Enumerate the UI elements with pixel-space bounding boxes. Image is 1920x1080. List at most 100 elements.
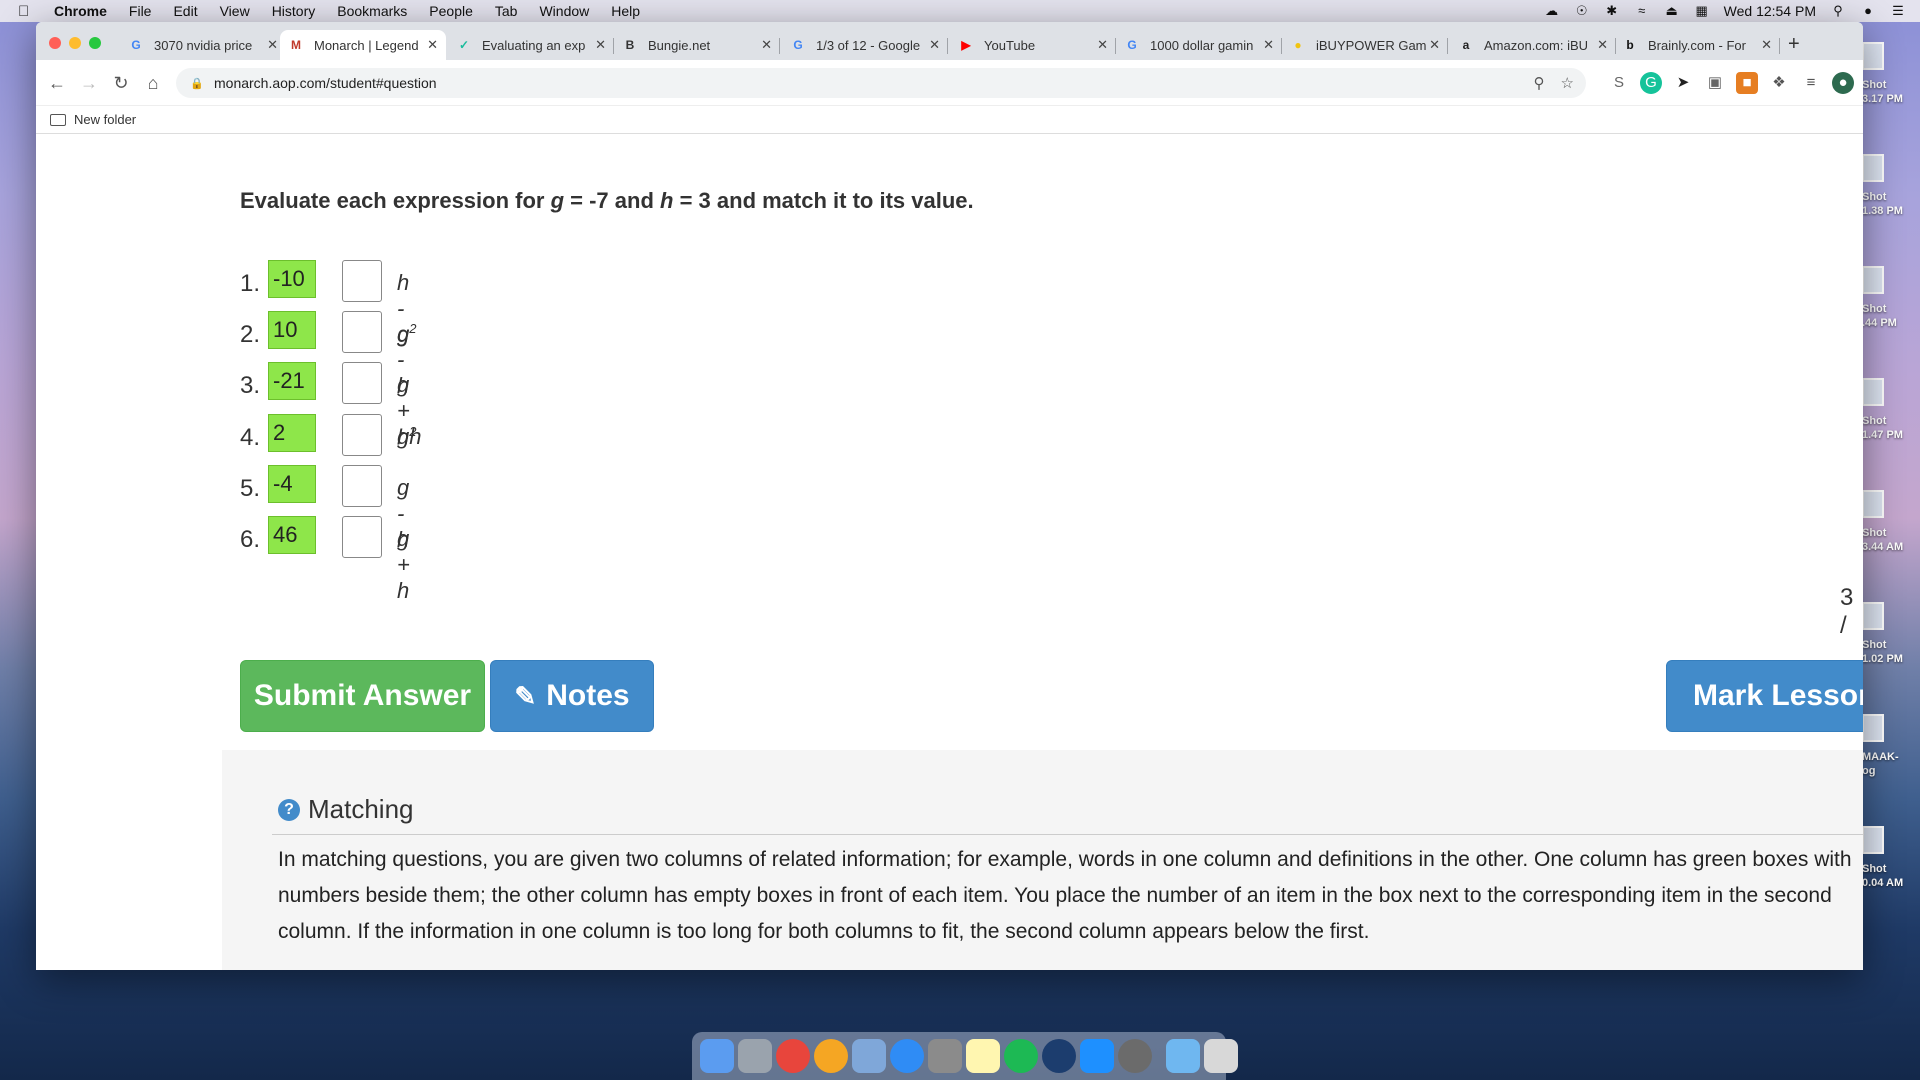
tab-close-icon[interactable]: ✕ <box>1097 37 1108 53</box>
reading-list-icon[interactable]: ≡ <box>1800 72 1822 94</box>
minimize-window-button[interactable] <box>69 37 81 49</box>
chrome-icon[interactable] <box>776 1039 810 1073</box>
answer-input-box[interactable] <box>342 516 382 558</box>
answer-input-box[interactable] <box>342 362 382 404</box>
tab-close-icon[interactable]: ✕ <box>929 37 940 53</box>
menu-window[interactable]: Window <box>539 3 589 19</box>
cursor-extension-icon[interactable]: ➤ <box>1672 72 1694 94</box>
home-icon[interactable]: ⌂ <box>142 72 164 94</box>
star-icon[interactable]: ☆ <box>1561 74 1574 92</box>
menu-edit[interactable]: Edit <box>173 3 197 19</box>
notes-app-icon[interactable] <box>928 1039 962 1073</box>
bookmark-new-folder[interactable]: New folder <box>74 112 136 127</box>
value-green-box[interactable]: 10 <box>268 311 316 349</box>
tab-7[interactable]: G 1000 dollar gamin ✕ <box>1116 30 1282 60</box>
menu-help[interactable]: Help <box>611 3 640 19</box>
tab-close-icon[interactable]: ✕ <box>1429 37 1440 53</box>
menu-history[interactable]: History <box>272 3 316 19</box>
tab-8[interactable]: ● iBUYPOWER Gam ✕ <box>1282 30 1448 60</box>
tab-close-icon[interactable]: ✕ <box>595 37 606 53</box>
lock-icon[interactable]: 🔒 <box>190 77 204 90</box>
tab-10[interactable]: b Brainly.com - For ✕ <box>1614 30 1780 60</box>
orange-extension-icon[interactable]: ■ <box>1736 72 1758 94</box>
tab-5[interactable]: G 1/3 of 12 - Google ✕ <box>782 30 948 60</box>
photos-icon[interactable] <box>814 1039 848 1073</box>
forward-arrow-icon[interactable]: → <box>78 72 100 94</box>
eject-icon[interactable]: ⏏ <box>1664 4 1680 18</box>
back-arrow-icon[interactable]: ← <box>46 72 68 94</box>
value-green-box[interactable]: -4 <box>268 465 316 503</box>
menu-bookmarks[interactable]: Bookmarks <box>337 3 407 19</box>
tab-1[interactable]: G 3070 nvidia price ✕ <box>120 30 286 60</box>
reload-icon[interactable]: ↻ <box>110 72 132 94</box>
menu-people[interactable]: People <box>429 3 473 19</box>
launchpad-icon[interactable] <box>738 1039 772 1073</box>
desktop-screenshot-file[interactable]: Shot 3.17 PM <box>1862 42 1920 122</box>
tab-4[interactable]: B Bungie.net ✕ <box>614 30 780 60</box>
tab-9[interactable]: a Amazon.com: iBU ✕ <box>1450 30 1616 60</box>
answer-input-box[interactable] <box>342 260 382 302</box>
desktop-screenshot-file[interactable]: Shot 1.38 PM <box>1862 154 1920 234</box>
answer-input-box[interactable] <box>342 414 382 456</box>
desktop-screenshot-file[interactable]: Shot 3.44 AM <box>1862 490 1920 570</box>
menu-tab[interactable]: Tab <box>495 3 518 19</box>
grammarly-icon[interactable]: G <box>1640 72 1662 94</box>
answer-input-box[interactable] <box>342 311 382 353</box>
wifi-icon[interactable]: ≈ <box>1634 4 1650 18</box>
menu-view[interactable]: View <box>220 3 250 19</box>
notes-button[interactable]: ✎ Notes <box>490 660 654 732</box>
apple-icon[interactable]:  <box>18 3 40 20</box>
system-preferences-icon[interactable] <box>1118 1039 1152 1073</box>
desktop-screenshot-file[interactable]: Shot 1.02 PM <box>1862 602 1920 682</box>
siri-icon[interactable]: ● <box>1860 4 1876 18</box>
value-green-box[interactable]: -10 <box>268 260 316 298</box>
tab-close-icon[interactable]: ✕ <box>1761 37 1772 53</box>
app-store-icon[interactable] <box>1080 1039 1114 1073</box>
submit-answer-button[interactable]: Submit Answer <box>240 660 485 732</box>
clock[interactable]: Wed 12:54 PM <box>1724 3 1816 19</box>
tab-3[interactable]: ✓ Evaluating an exp ✕ <box>448 30 614 60</box>
notification-center-icon[interactable]: ☰ <box>1890 4 1906 18</box>
value-green-box[interactable]: 46 <box>268 516 316 554</box>
key-icon[interactable]: ⚲ <box>1534 74 1545 92</box>
tab-close-icon[interactable]: ✕ <box>427 37 438 53</box>
accessibility-icon[interactable]: ☉ <box>1574 4 1590 18</box>
value-green-box[interactable]: -21 <box>268 362 316 400</box>
desktop-screenshot-file[interactable]: MAAK-og <box>1862 714 1920 794</box>
zoom-window-button[interactable] <box>89 37 101 49</box>
tab-close-icon[interactable]: ✕ <box>761 37 772 53</box>
bluetooth-icon[interactable]: ✱ <box>1604 4 1620 18</box>
menu-file[interactable]: File <box>129 3 152 19</box>
preview-icon[interactable] <box>852 1039 886 1073</box>
mark-lesson-button[interactable]: Mark Lesson <box>1666 660 1863 732</box>
desktop-screenshot-file[interactable]: Shot .44 PM <box>1862 266 1920 346</box>
address-bar[interactable]: 🔒 monarch.aop.com/student#question ⚲ ☆ <box>176 68 1586 98</box>
desktop-screenshot-file[interactable]: Shot 0.04 AM <box>1862 826 1920 906</box>
finder-icon[interactable] <box>700 1039 734 1073</box>
tab-2[interactable]: M Monarch | Legend ✕ <box>280 30 446 60</box>
answer-input-box[interactable] <box>342 465 382 507</box>
new-tab-button[interactable]: + <box>1788 34 1800 54</box>
value-green-box[interactable]: 2 <box>268 414 316 452</box>
trash-icon[interactable] <box>1204 1039 1238 1073</box>
desktop-screenshot-file[interactable]: Shot 1.47 PM <box>1862 378 1920 458</box>
tab-close-icon[interactable]: ✕ <box>1597 37 1608 53</box>
quicktime-icon[interactable] <box>1042 1039 1076 1073</box>
spotify-icon[interactable] <box>1004 1039 1038 1073</box>
creative-cloud-icon[interactable]: ☁ <box>1544 4 1560 18</box>
extension-s-icon[interactable]: S <box>1608 72 1630 94</box>
messages-icon[interactable] <box>890 1039 924 1073</box>
spotlight-search-icon[interactable]: ⚲ <box>1830 4 1846 18</box>
folder-stack-icon[interactable] <box>1166 1039 1200 1073</box>
calendar-icon[interactable]: ▦ <box>1694 4 1710 18</box>
menu-app-chrome[interactable]: Chrome <box>54 3 107 19</box>
puzzle-extensions-icon[interactable]: ❖ <box>1768 72 1790 94</box>
tab-close-icon[interactable]: ✕ <box>1263 37 1274 53</box>
tab-close-icon[interactable]: ✕ <box>267 37 278 53</box>
stickies-icon[interactable] <box>966 1039 1000 1073</box>
close-window-button[interactable] <box>49 37 61 49</box>
profile-avatar-icon[interactable]: ● <box>1832 72 1854 94</box>
address-url: monarch.aop.com/student#question <box>214 75 437 91</box>
tab-6[interactable]: ▶ YouTube ✕ <box>950 30 1116 60</box>
square-extension-icon[interactable]: ▣ <box>1704 72 1726 94</box>
